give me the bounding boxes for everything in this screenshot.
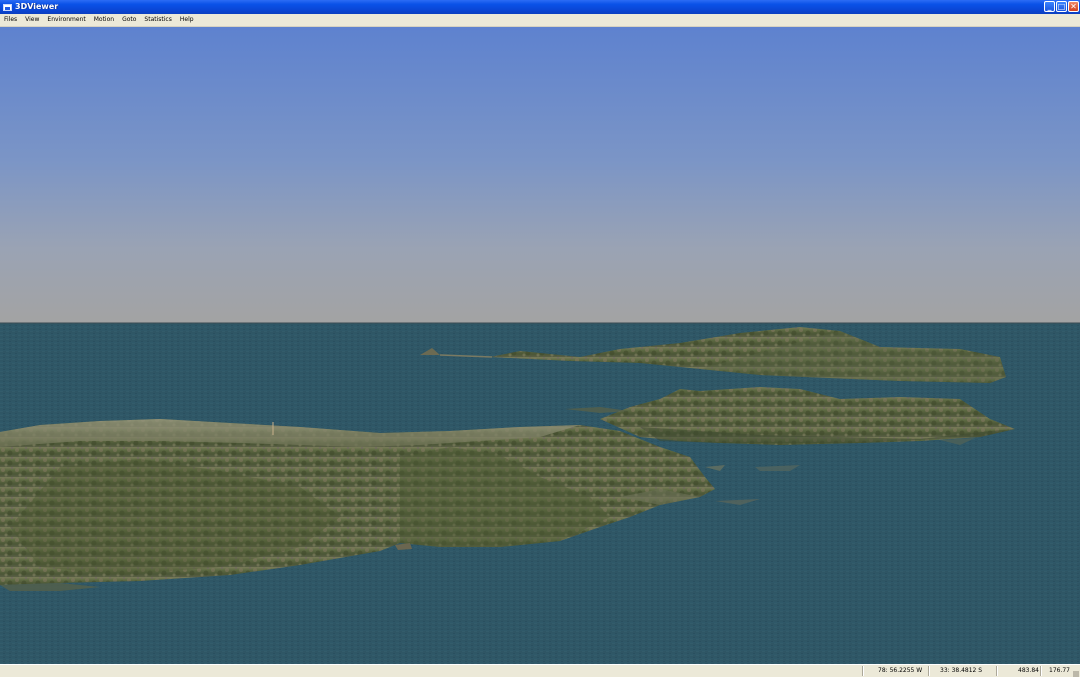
status-latitude: 33: 38.4812 S <box>940 667 983 674</box>
window-controls: _ □ ✕ <box>1044 1 1079 12</box>
status-bar: 78: 56.2255 W 33: 38.4812 S 483.84 176.7… <box>0 664 1080 677</box>
menu-statistics[interactable]: Statistics <box>140 14 175 26</box>
menu-motion[interactable]: Motion <box>90 14 118 26</box>
status-longitude: 78: 56.2255 W <box>878 667 923 674</box>
menu-view[interactable]: View <box>21 14 43 26</box>
sky <box>0 27 1080 323</box>
menu-bar: Files View Environment Motion Goto Stati… <box>0 14 1080 27</box>
status-divider <box>1040 666 1042 676</box>
status-divider <box>862 666 864 676</box>
close-button[interactable]: ✕ <box>1068 1 1079 12</box>
minimize-button[interactable]: _ <box>1044 1 1055 12</box>
resize-grip[interactable] <box>1073 671 1079 677</box>
maximize-button[interactable]: □ <box>1056 1 1067 12</box>
menu-environment[interactable]: Environment <box>43 14 89 26</box>
app-window: 3DViewer _ □ ✕ Files View Environment Mo… <box>0 0 1080 677</box>
status-value-2: 176.77 <box>1049 667 1070 674</box>
3d-viewport[interactable] <box>0 27 1080 664</box>
status-divider <box>996 666 998 676</box>
menu-files[interactable]: Files <box>0 14 21 26</box>
app-icon[interactable] <box>3 3 12 11</box>
window-title: 3DViewer <box>15 2 59 11</box>
menu-goto[interactable]: Goto <box>118 14 140 26</box>
status-value-1: 483.84 <box>1018 667 1039 674</box>
menu-help[interactable]: Help <box>176 14 198 26</box>
title-bar[interactable]: 3DViewer _ □ ✕ <box>0 0 1080 14</box>
status-divider <box>928 666 930 676</box>
